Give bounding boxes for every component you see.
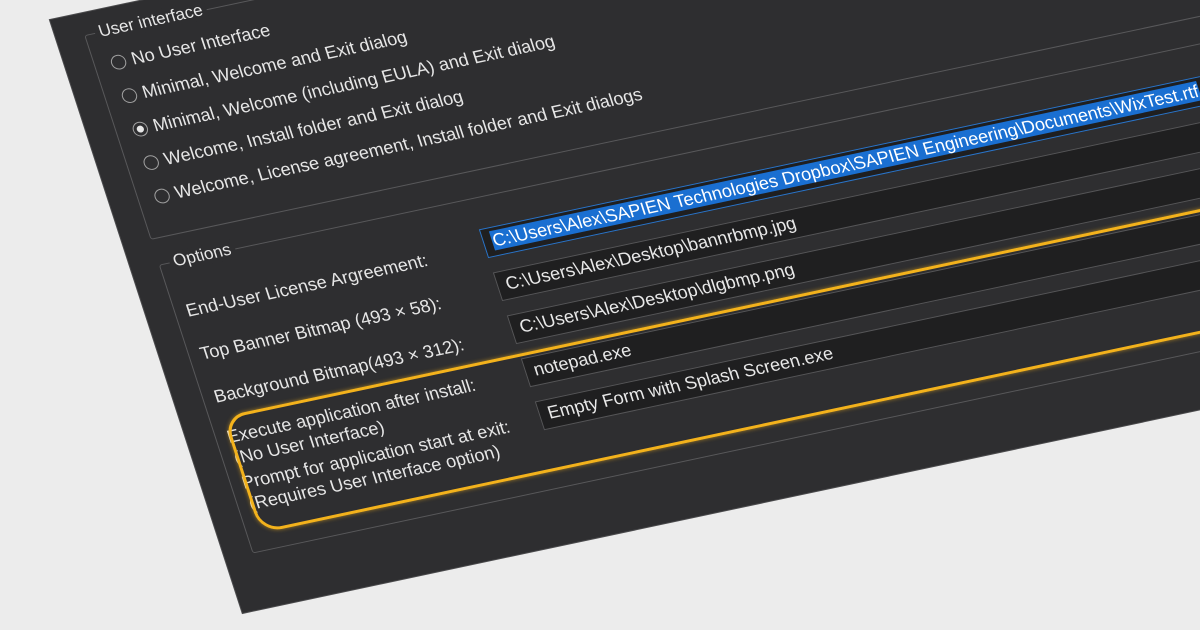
radio-selected-icon[interactable]	[130, 120, 151, 138]
installer-settings-dialog: User interface No User Interface Minimal…	[50, 0, 1200, 613]
screenshot-stage: User interface No User Interface Minimal…	[0, 0, 1200, 630]
radio-icon[interactable]	[119, 86, 140, 105]
options-group-label: Options	[166, 239, 238, 273]
radio-icon[interactable]	[152, 187, 172, 205]
radio-icon[interactable]	[141, 153, 161, 172]
radio-icon[interactable]	[108, 53, 129, 71]
